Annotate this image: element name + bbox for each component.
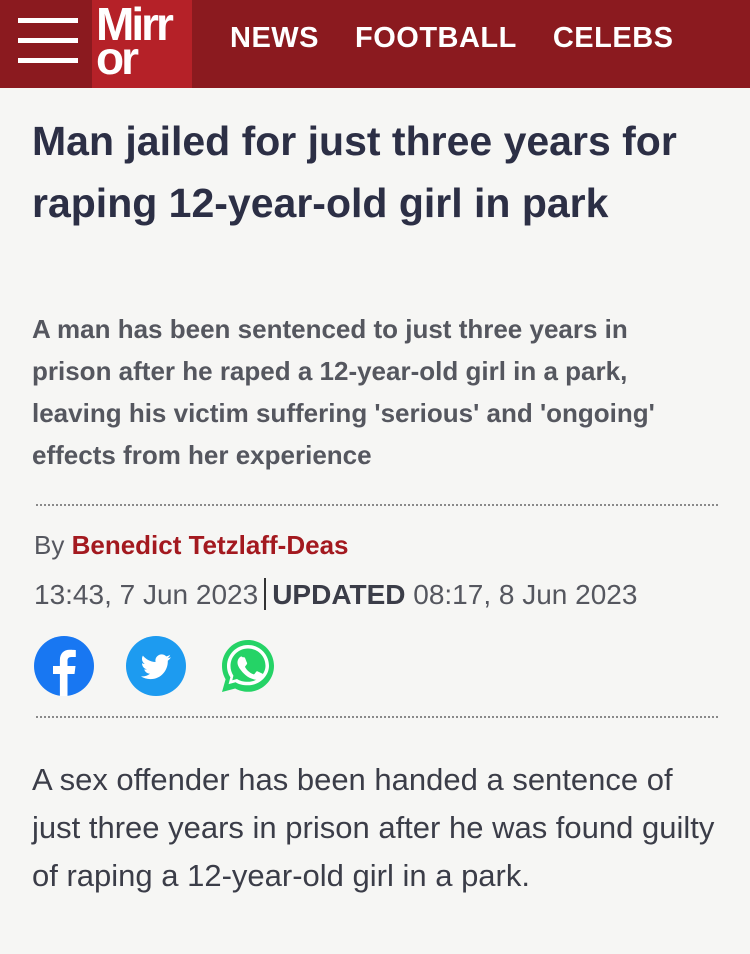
article-headline: Man jailed for just three years for rapi… [32,118,677,226]
twitter-icon [126,636,186,696]
logo-line-2: or [96,32,139,84]
whatsapp-share-button[interactable] [218,636,278,696]
updated-time: 08:17, 8 Jun 2023 [413,579,638,610]
facebook-share-button[interactable] [34,636,94,696]
mirror-logo[interactable]: Mirr or [92,0,192,88]
article-standfirst: A man has been sentenced to just three y… [32,314,655,470]
article-body-paragraph: A sex offender has been handed a sentenc… [32,762,715,893]
nav-news[interactable]: NEWS [230,22,319,55]
updated-label: UPDATED [272,579,406,610]
date-separator [264,578,267,610]
facebook-icon [34,636,94,696]
whatsapp-icon [222,640,274,692]
byline: By Benedict Tetzlaff-Deas [34,530,349,561]
author-link[interactable]: Benedict Tetzlaff-Deas [72,530,349,560]
published-time: 13:43, 7 Jun 2023 [34,579,259,610]
divider-top [36,504,718,506]
nav-football[interactable]: FOOTBALL [355,22,517,55]
top-bar: Mirr or NEWS FOOTBALL CELEBS [0,0,750,88]
main-nav: NEWS FOOTBALL CELEBS [230,22,674,55]
nav-celebs[interactable]: CELEBS [553,22,674,55]
twitter-share-button[interactable] [126,636,186,696]
menu-icon[interactable] [18,18,78,66]
dateline: 13:43, 7 Jun 2023 UPDATED 08:17, 8 Jun 20… [34,578,637,611]
divider-bottom [36,716,718,718]
byline-prefix: By [34,530,65,560]
